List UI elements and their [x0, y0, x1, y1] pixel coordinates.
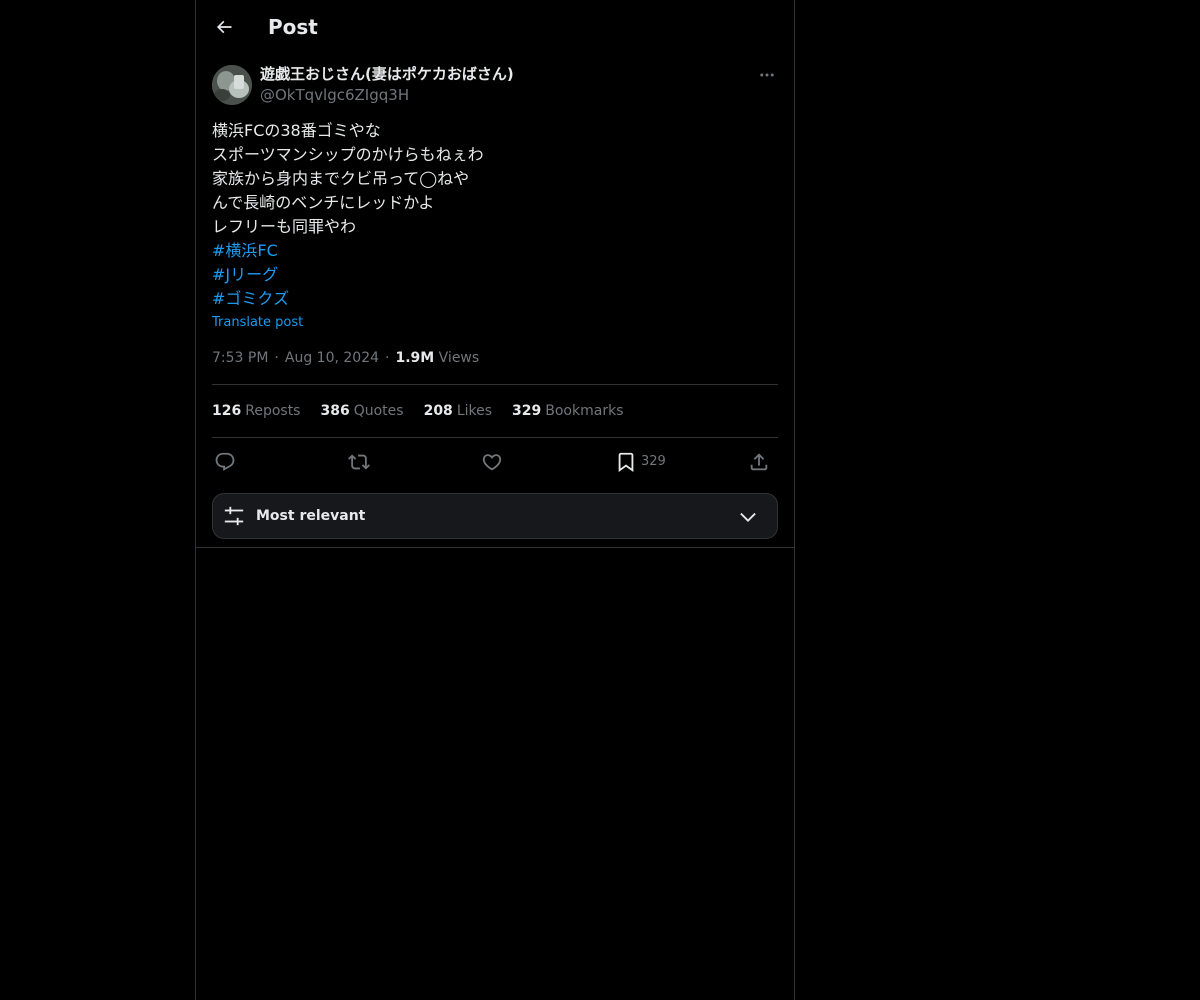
divider: [212, 437, 778, 438]
main-column: Post 遊戯王おじさん(妻はポケカおばさん) @OkTqvlgc6ZIgq3H…: [195, 0, 795, 1000]
share-icon: [750, 453, 768, 471]
share-button[interactable]: [748, 448, 770, 476]
like-button[interactable]: [481, 448, 503, 476]
views-count: 1.9M: [395, 350, 435, 366]
reply-icon: [215, 452, 235, 471]
avatar[interactable]: [212, 65, 252, 105]
bookmark-icon: [618, 452, 634, 473]
sort-replies-dropdown[interactable]: Most relevant: [212, 493, 778, 539]
likes-label: Likes: [456, 403, 493, 419]
bookmark-button[interactable]: 329: [615, 448, 666, 476]
more-icon: [760, 73, 774, 77]
meta-separator: ·: [385, 350, 390, 366]
hashtag-link[interactable]: #Jリーグ: [212, 263, 778, 287]
sort-label: Most relevant: [256, 508, 366, 524]
heart-icon: [482, 454, 502, 471]
post-actions: 329: [212, 448, 778, 476]
translate-post-link[interactable]: Translate post: [212, 314, 303, 332]
likes-stat[interactable]: 208 Likes: [424, 401, 492, 421]
divider: [212, 384, 778, 385]
reposts-stat[interactable]: 126 Reposts: [212, 401, 300, 421]
repost-button[interactable]: [348, 448, 370, 476]
chevron-down-icon: [740, 512, 756, 522]
more-options-button[interactable]: [756, 64, 778, 86]
page-title: Post: [268, 15, 318, 39]
post-time[interactable]: 7:53 PM: [212, 350, 268, 366]
post-text: 横浜FCの38番ゴミやな スポーツマンシップのかけらもねぇわ 家族から身内までク…: [212, 119, 778, 311]
post-text-line: んで長崎のベンチにレッドかよ: [212, 193, 435, 212]
hashtag-link[interactable]: #ゴミクズ: [212, 287, 778, 311]
post-text-line: 家族から身内までクビ吊って◯ねや: [212, 169, 470, 188]
sliders-icon: [224, 506, 244, 526]
arrow-left-icon: [216, 20, 232, 34]
repost-icon: [348, 454, 370, 470]
page-header: Post: [196, 0, 794, 54]
quotes-count: 386: [320, 403, 350, 419]
post-text-line: レフリーも同罪やわ: [212, 217, 357, 236]
engagement-stats: 126 Reposts 386 Quotes 208 Likes 329 Bookmar…: [212, 401, 643, 421]
post-text-line: 横浜FCの38番ゴミやな: [212, 121, 381, 140]
views-label: Views: [438, 350, 480, 366]
likes-count: 208: [423, 403, 453, 419]
bookmark-count: 329: [641, 454, 666, 469]
hashtag-link[interactable]: #横浜FC: [212, 239, 778, 263]
section-divider: [196, 547, 794, 548]
avatar-image: [212, 65, 252, 105]
bookmarks-stat[interactable]: 329 Bookmarks: [512, 401, 623, 421]
author-display-name[interactable]: 遊戯王おじさん(妻はポケカおばさん): [260, 64, 514, 84]
post-author: 遊戯王おじさん(妻はポケカおばさん) @OkTqvlgc6ZIgq3H: [212, 64, 778, 108]
post-meta: 7:53 PM · Aug 10, 2024 · 1.9M Views: [212, 348, 479, 368]
post-text-line: スポーツマンシップのかけらもねぇわ: [212, 145, 484, 164]
quotes-label: Quotes: [353, 403, 404, 419]
post-date[interactable]: Aug 10, 2024: [285, 350, 379, 366]
bookmarks-count: 329: [512, 403, 542, 419]
author-handle[interactable]: @OkTqvlgc6ZIgq3H: [260, 85, 409, 105]
reposts-count: 126: [212, 403, 242, 419]
bookmarks-label: Bookmarks: [545, 403, 624, 419]
meta-separator: ·: [274, 350, 279, 366]
reply-button[interactable]: [214, 448, 236, 476]
quotes-stat[interactable]: 386 Quotes: [320, 401, 403, 421]
reposts-label: Reposts: [245, 403, 301, 419]
back-button[interactable]: [208, 11, 240, 43]
